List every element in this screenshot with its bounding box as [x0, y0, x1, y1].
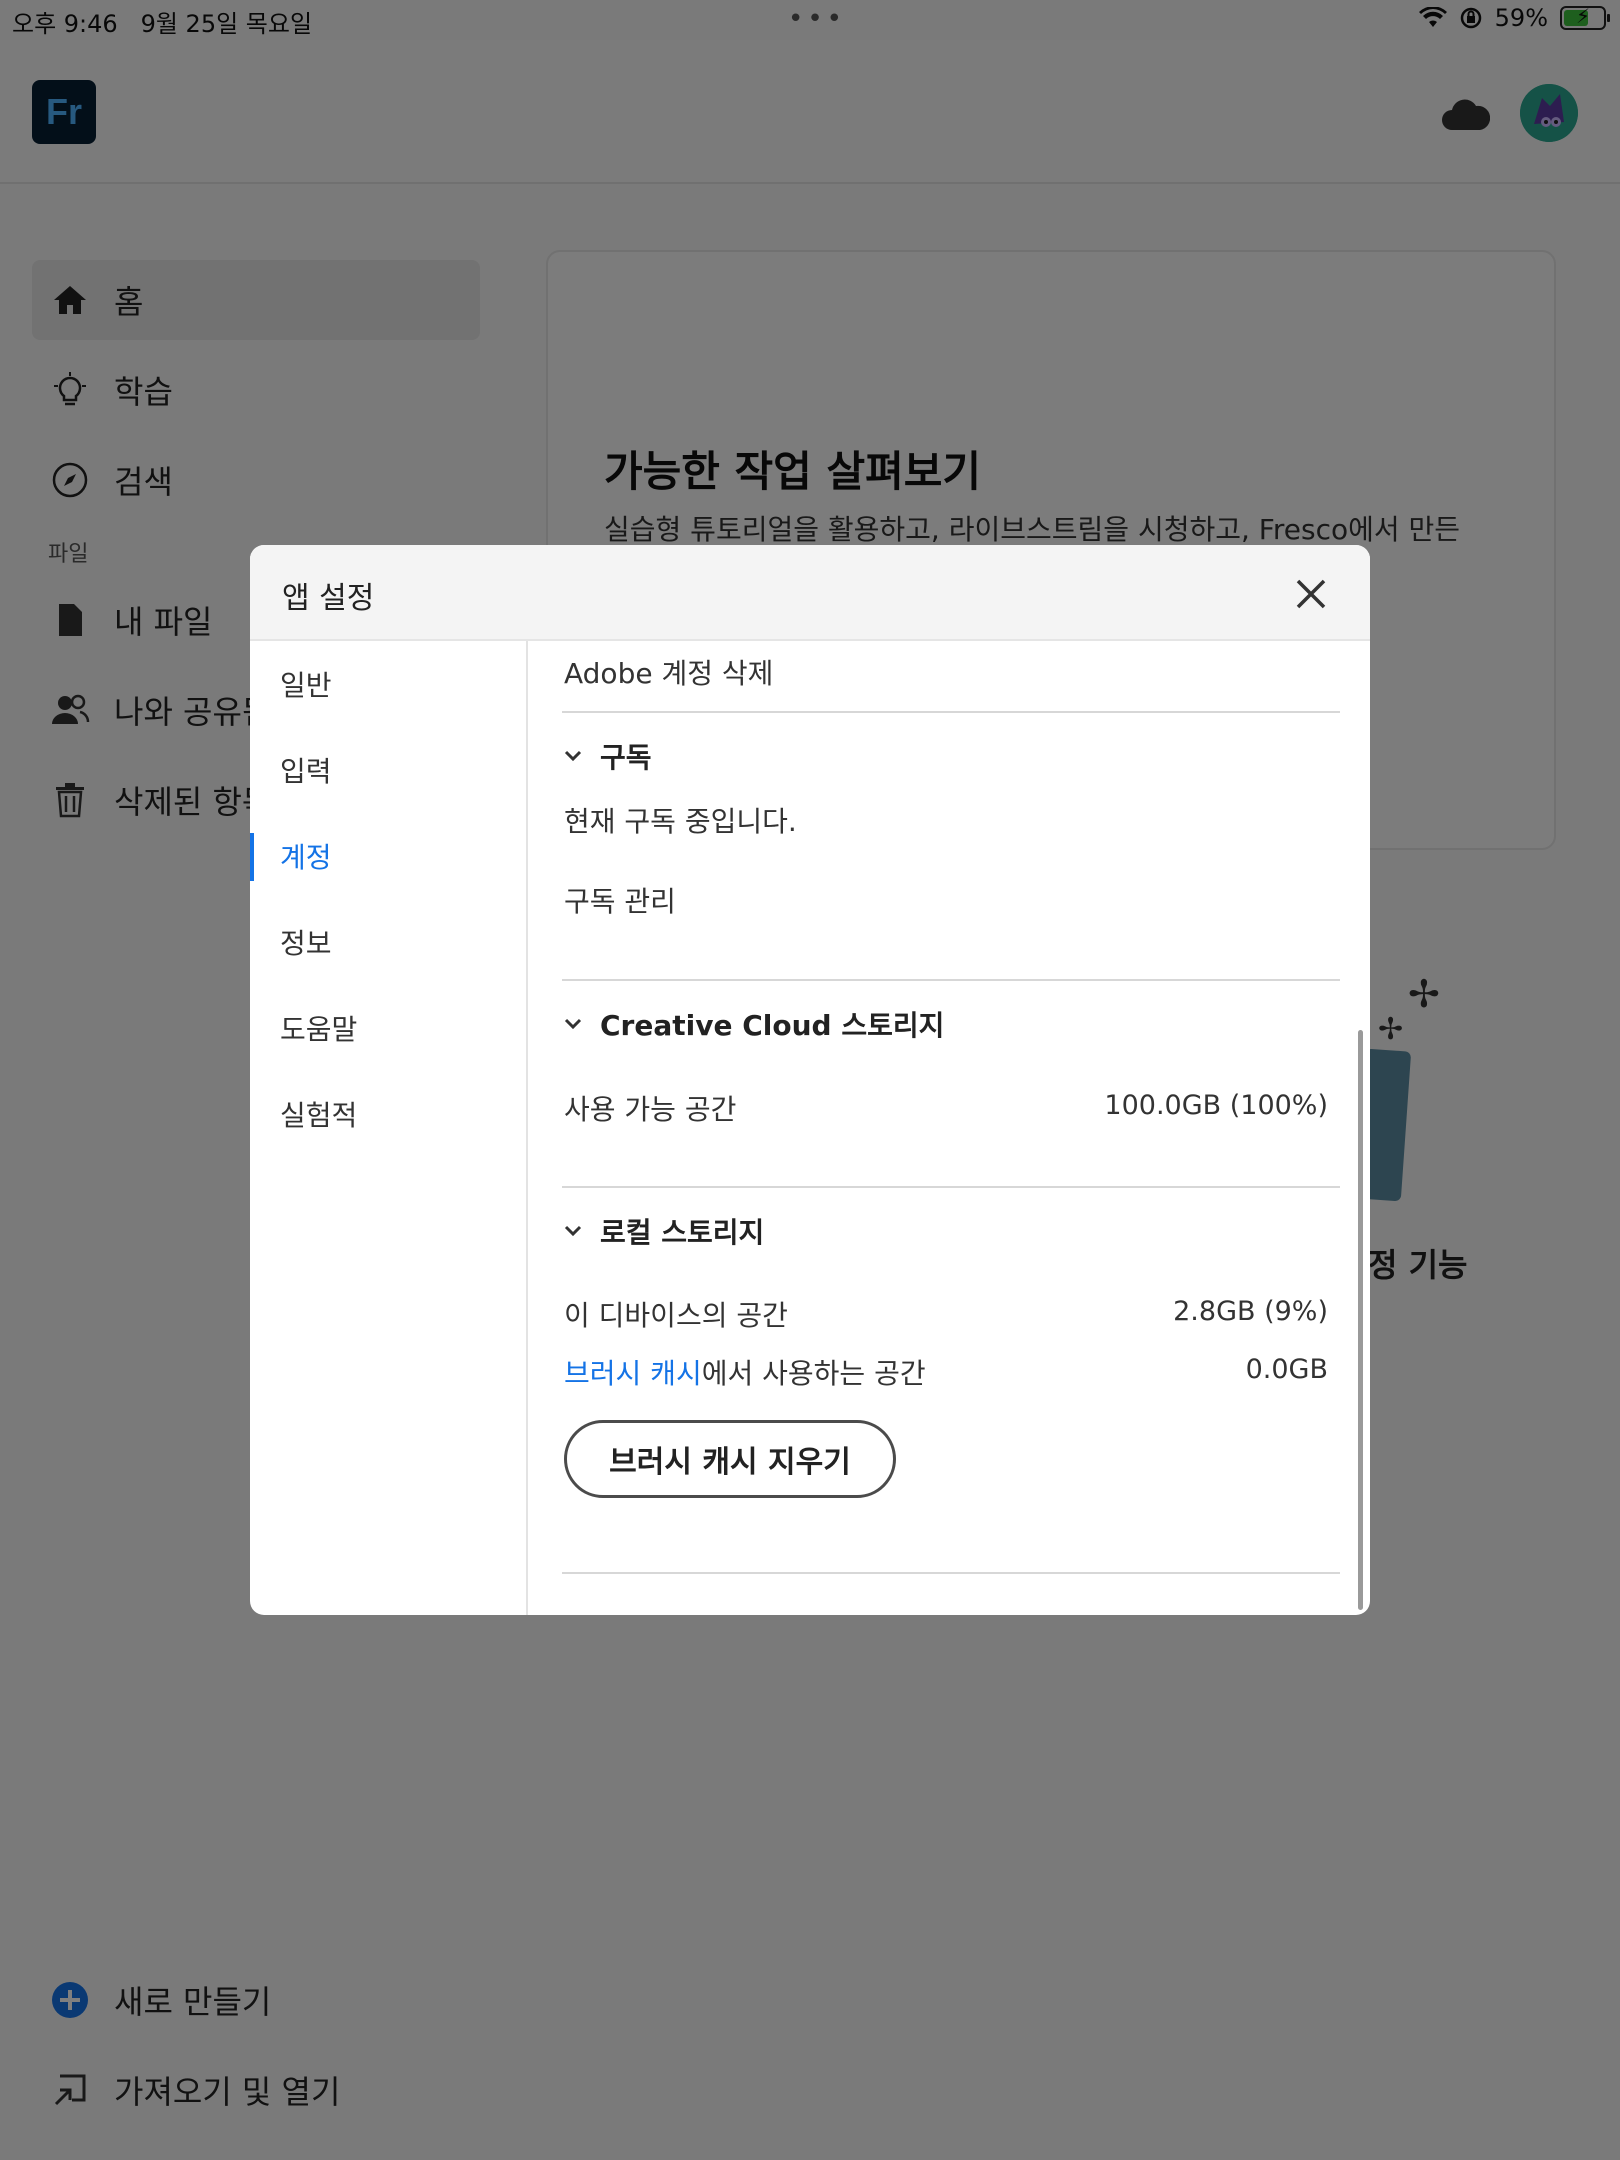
local-storage-section-header[interactable]: 로컬 스토리지: [562, 1211, 764, 1251]
cc-available-value: 100.0GB (100%): [1104, 1090, 1328, 1121]
dialog-header: 앱 설정: [250, 545, 1370, 641]
subscription-title: 구독: [600, 741, 652, 774]
settings-tab-input[interactable]: 입력: [250, 727, 526, 813]
dialog-scrollbar[interactable]: [1358, 1030, 1363, 1610]
settings-tab-help[interactable]: 도움말: [250, 985, 526, 1071]
brush-cache-suffix: 에서 사용하는 공간: [701, 1357, 926, 1390]
dialog-title: 앱 설정: [282, 581, 375, 616]
divider: [562, 1186, 1340, 1188]
settings-tab-general[interactable]: 일반: [250, 641, 526, 727]
local-storage-title: 로컬 스토리지: [600, 1216, 765, 1249]
divider: [562, 711, 1340, 713]
brush-cache-usage-label: 브러시 캐시에서 사용하는 공간: [564, 1352, 926, 1392]
chevron-down-icon: [564, 750, 582, 762]
manage-subscription-link[interactable]: 구독 관리: [564, 880, 676, 920]
device-space-label: 이 디바이스의 공간: [564, 1299, 788, 1332]
cc-storage-section-header[interactable]: Creative Cloud 스토리지: [562, 1004, 944, 1044]
chevron-down-icon: [564, 1225, 582, 1237]
chevron-down-icon: [564, 1018, 582, 1030]
device-space-value: 2.8GB (9%): [1173, 1296, 1328, 1327]
delete-account-link[interactable]: Adobe 계정 삭제: [564, 652, 773, 692]
settings-tab-info[interactable]: 정보: [250, 899, 526, 985]
subscription-status: 현재 구독 중입니다.: [564, 805, 797, 838]
settings-tab-experimental[interactable]: 실험적: [250, 1071, 526, 1157]
brush-cache-link[interactable]: 브러시 캐시: [564, 1357, 702, 1390]
clear-brush-cache-button[interactable]: 브러시 캐시 지우기: [564, 1420, 896, 1498]
brush-cache-value: 0.0GB: [1245, 1354, 1328, 1385]
subscription-section-header[interactable]: 구독: [562, 736, 652, 776]
divider: [562, 979, 1340, 981]
cc-available-label: 사용 가능 공간: [564, 1093, 737, 1126]
close-icon[interactable]: [1294, 577, 1328, 611]
settings-nav: 일반 입력 계정 정보 도움말 실험적: [250, 641, 528, 1615]
settings-tab-account[interactable]: 계정: [250, 813, 526, 899]
cc-storage-title: Creative Cloud 스토리지: [600, 1009, 945, 1042]
divider: [562, 1572, 1340, 1574]
